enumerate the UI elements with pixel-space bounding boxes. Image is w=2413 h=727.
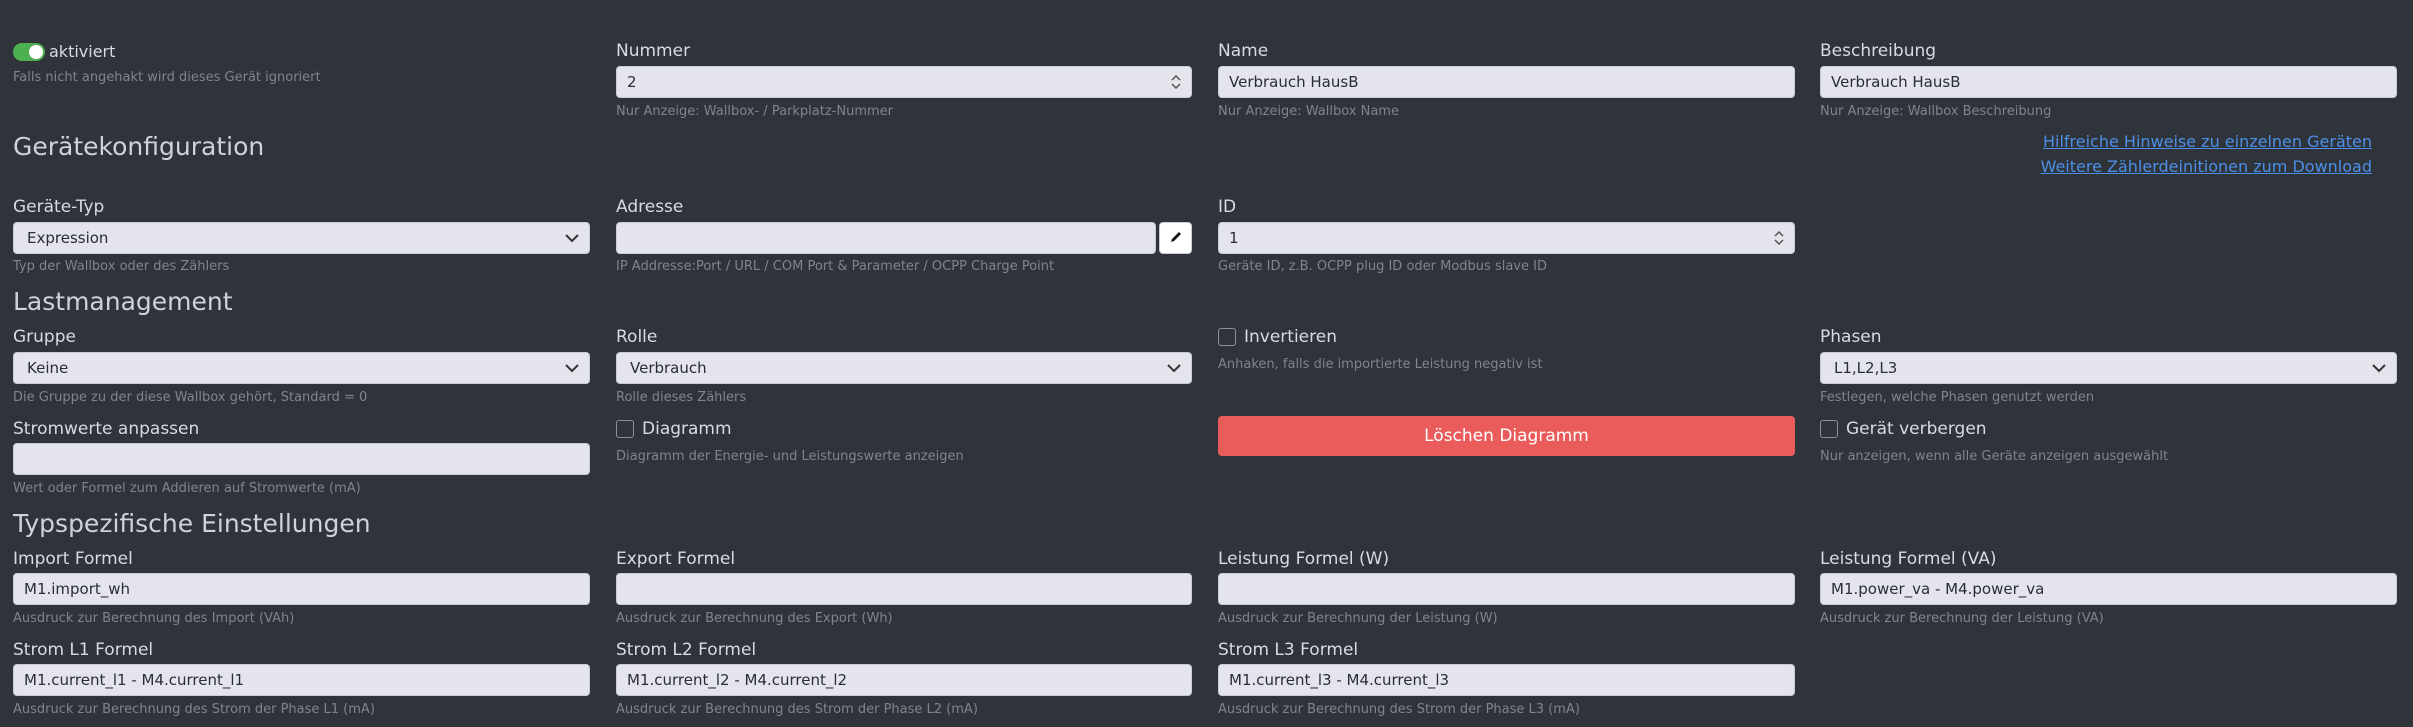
- leistung-w-label: Leistung Formel (W): [1218, 549, 1390, 569]
- adresse-edit-button[interactable]: [1159, 222, 1192, 254]
- name-label: Name: [1218, 41, 1269, 61]
- leistung-va-input[interactable]: M1.power_va - M4.power_va: [1820, 573, 2397, 605]
- link-zaehlerdefinitionen[interactable]: Weitere Zählerdeinitionen zum Download: [2041, 157, 2372, 177]
- strom-l3-value: M1.current_l3 - M4.current_l3: [1229, 671, 1450, 689]
- leistung-va-value: M1.power_va - M4.power_va: [1831, 580, 2045, 598]
- name-hint: Nur Anzeige: Wallbox Name: [1218, 104, 1399, 119]
- import-label: Import Formel: [13, 549, 133, 569]
- strom-l1-value: M1.current_l1 - M4.current_l1: [24, 671, 245, 689]
- diagramm-hint: Diagramm der Energie- und Leistungswerte…: [616, 449, 964, 464]
- section-geraetekonfiguration: Gerätekonfiguration: [13, 132, 265, 161]
- phasen-label: Phasen: [1820, 327, 1882, 347]
- spinner-arrows-icon[interactable]: [1774, 223, 1784, 253]
- strom-l3-label: Strom L3 Formel: [1218, 640, 1359, 660]
- stromwerte-input[interactable]: [13, 443, 590, 475]
- leistung-w-hint: Ausdruck zur Berechnung der Leistung (W): [1218, 611, 1498, 626]
- strom-l2-label: Strom L2 Formel: [616, 640, 757, 660]
- stromwerte-hint: Wert oder Formel zum Addieren auf Stromw…: [13, 481, 361, 496]
- adresse-hint: IP Addresse:Port / URL / COM Port & Para…: [616, 259, 1055, 274]
- section-lastmanagement: Lastmanagement: [13, 287, 233, 316]
- typ-select[interactable]: Expression: [13, 222, 590, 254]
- beschreibung-input[interactable]: Verbrauch HausB: [1820, 66, 2397, 98]
- leistung-va-label: Leistung Formel (VA): [1820, 549, 1997, 569]
- strom-l1-label: Strom L1 Formel: [13, 640, 154, 660]
- adresse-label: Adresse: [616, 197, 684, 217]
- strom-l1-input[interactable]: M1.current_l1 - M4.current_l1: [13, 664, 590, 696]
- id-hint: Geräte ID, z.B. OCPP plug ID oder Modbus…: [1218, 259, 1547, 274]
- import-value: M1.import_wh: [24, 580, 131, 598]
- enabled-label: aktiviert: [49, 42, 116, 61]
- phasen-select[interactable]: L1,L2,L3: [1820, 352, 2397, 384]
- spinner-arrows-icon[interactable]: [1171, 67, 1181, 97]
- typ-label: Geräte-Typ: [13, 197, 105, 217]
- pencil-icon: [1169, 229, 1183, 248]
- rolle-hint: Rolle dieses Zählers: [616, 390, 747, 405]
- enabled-hint: Falls nicht angehakt wird dieses Gerät i…: [13, 70, 321, 85]
- verbergen-hint: Nur anzeigen, wenn alle Geräte anzeigen …: [1820, 449, 2169, 464]
- strom-l2-value: M1.current_l2 - M4.current_l2: [627, 671, 848, 689]
- gruppe-label: Gruppe: [13, 327, 76, 347]
- gruppe-value: Keine: [27, 359, 69, 377]
- toggle-knob: [29, 45, 43, 59]
- link-hinweise[interactable]: Hilfreiche Hinweise zu einzelnen Geräten: [2043, 132, 2372, 152]
- id-input[interactable]: 1: [1218, 222, 1795, 254]
- invertieren-label: Invertieren: [1244, 327, 1337, 347]
- typ-hint: Typ der Wallbox oder des Zählers: [13, 259, 230, 274]
- chevron-down-icon: [1167, 353, 1181, 383]
- strom-l1-hint: Ausdruck zur Berechnung des Strom der Ph…: [13, 702, 375, 717]
- import-input[interactable]: M1.import_wh: [13, 573, 590, 605]
- export-hint: Ausdruck zur Berechnung des Export (Wh): [616, 611, 893, 626]
- chevron-down-icon: [565, 353, 579, 383]
- phasen-value: L1,L2,L3: [1834, 359, 1898, 377]
- verbergen-checkbox[interactable]: [1820, 420, 1838, 438]
- nummer-input[interactable]: 2: [616, 66, 1192, 98]
- chevron-down-icon: [2372, 353, 2386, 383]
- invertieren-checkbox[interactable]: [1218, 328, 1236, 346]
- nummer-label: Nummer: [616, 41, 691, 61]
- beschreibung-value: Verbrauch HausB: [1831, 73, 1961, 91]
- chevron-down-icon: [565, 223, 579, 253]
- leistung-va-hint: Ausdruck zur Berechnung der Leistung (VA…: [1820, 611, 2104, 626]
- export-label: Export Formel: [616, 549, 736, 569]
- typ-value: Expression: [27, 229, 109, 247]
- strom-l2-hint: Ausdruck zur Berechnung des Strom der Ph…: [616, 702, 978, 717]
- invertieren-hint: Anhaken, falls die importierte Leistung …: [1218, 357, 1543, 372]
- nummer-value: 2: [627, 73, 637, 91]
- import-hint: Ausdruck zur Berechnung des Import (VAh): [13, 611, 295, 626]
- stromwerte-label: Stromwerte anpassen: [13, 419, 200, 439]
- adresse-input[interactable]: [616, 222, 1156, 254]
- beschreibung-label: Beschreibung: [1820, 41, 1937, 61]
- rolle-value: Verbrauch: [630, 359, 707, 377]
- strom-l3-hint: Ausdruck zur Berechnung des Strom der Ph…: [1218, 702, 1580, 717]
- leistung-w-input[interactable]: [1218, 573, 1795, 605]
- enabled-toggle[interactable]: [13, 43, 45, 61]
- strom-l3-input[interactable]: M1.current_l3 - M4.current_l3: [1218, 664, 1795, 696]
- phasen-hint: Festlegen, welche Phasen genutzt werden: [1820, 390, 2095, 405]
- nummer-hint: Nur Anzeige: Wallbox- / Parkplatz-Nummer: [616, 104, 893, 119]
- strom-l2-input[interactable]: M1.current_l2 - M4.current_l2: [616, 664, 1192, 696]
- diagramm-label: Diagramm: [642, 419, 732, 439]
- section-typspezifisch: Typspezifische Einstellungen: [13, 509, 371, 538]
- verbergen-label: Gerät verbergen: [1846, 419, 1987, 439]
- loeschen-diagramm-button[interactable]: Löschen Diagramm: [1218, 416, 1795, 456]
- id-value: 1: [1229, 229, 1239, 247]
- name-input[interactable]: Verbrauch HausB: [1218, 66, 1795, 98]
- diagramm-checkbox[interactable]: [616, 420, 634, 438]
- id-label: ID: [1218, 197, 1237, 217]
- gruppe-select[interactable]: Keine: [13, 352, 590, 384]
- rolle-select[interactable]: Verbrauch: [616, 352, 1192, 384]
- beschreibung-hint: Nur Anzeige: Wallbox Beschreibung: [1820, 104, 2052, 119]
- rolle-label: Rolle: [616, 327, 658, 347]
- name-value: Verbrauch HausB: [1229, 73, 1359, 91]
- gruppe-hint: Die Gruppe zu der diese Wallbox gehört, …: [13, 390, 368, 405]
- export-input[interactable]: [616, 573, 1192, 605]
